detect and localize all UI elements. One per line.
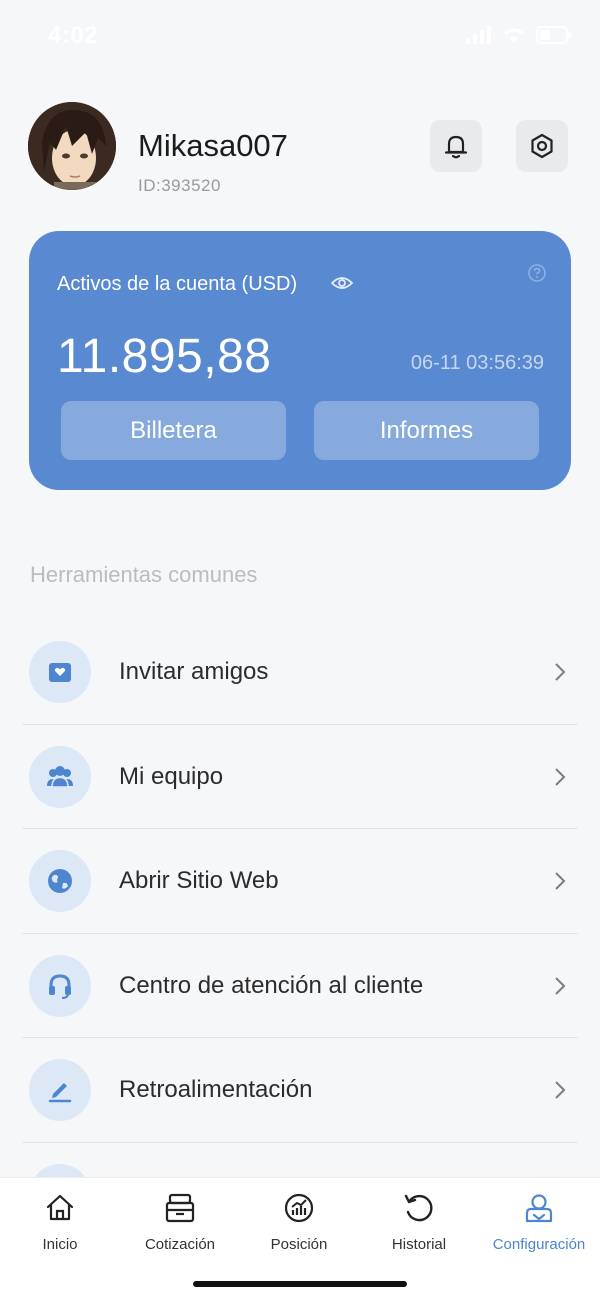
tab-home[interactable]: Inicio — [0, 1190, 120, 1253]
invite-icon — [29, 641, 91, 703]
edit-icon — [29, 1059, 91, 1121]
tools-section-title: Herramientas comunes — [30, 562, 258, 587]
notifications-button[interactable] — [430, 120, 482, 172]
settings-button[interactable] — [516, 120, 568, 172]
position-icon — [284, 1193, 314, 1223]
tab-label: Posición — [270, 1236, 328, 1253]
status-bar: 4:02 — [0, 0, 600, 70]
profile-header: Mikasa007 ID:393520 — [28, 102, 572, 202]
tab-position[interactable]: Posición — [239, 1190, 359, 1253]
chevron-right-icon — [555, 976, 566, 995]
status-icons — [466, 26, 572, 44]
reports-button[interactable]: Informes — [314, 401, 539, 460]
user-id: ID:393520 — [138, 176, 221, 195]
quote-icon — [165, 1193, 195, 1223]
home-icon — [46, 1194, 74, 1221]
assets-timestamp: 06-11 03:56:39 — [410, 352, 544, 374]
assets-value: 11.895,88 — [57, 330, 272, 383]
history-icon — [404, 1194, 433, 1222]
avatar[interactable] — [28, 102, 116, 190]
list-item-my-team[interactable]: Mi equipo — [22, 725, 578, 829]
tab-label: Historial — [391, 1236, 447, 1253]
bell-icon — [444, 135, 468, 159]
assets-label: Activos de la cuenta (USD) — [57, 273, 298, 295]
tab-settings[interactable]: Configuración — [479, 1190, 599, 1253]
help-icon[interactable] — [527, 263, 547, 283]
globe-icon — [29, 850, 91, 912]
account-assets-card: Activos de la cuenta (USD) 11.895,88 06-… — [29, 231, 571, 490]
tab-label: Configuración — [492, 1236, 586, 1253]
wifi-icon — [504, 28, 524, 43]
list-item-label: Mi equipo — [119, 762, 224, 790]
tools-list: Invitar amigos Mi equipo Abrir Sitio Web — [22, 620, 578, 1247]
tab-label: Cotización — [144, 1236, 216, 1253]
list-item-label: Invitar amigos — [119, 658, 269, 685]
chevron-right-icon — [555, 872, 566, 890]
team-icon — [29, 745, 91, 808]
list-item-open-website[interactable]: Abrir Sitio Web — [22, 829, 578, 934]
chevron-right-icon — [555, 767, 566, 786]
list-item-feedback[interactable]: Retroalimentación — [22, 1038, 578, 1143]
username: Mikasa007 — [138, 128, 288, 163]
chevron-right-icon — [555, 663, 566, 681]
list-item-label: Centro de atención al cliente — [119, 971, 424, 999]
list-item-customer-service[interactable]: Centro de atención al cliente — [22, 934, 578, 1038]
chevron-right-icon — [555, 1081, 566, 1099]
battery-icon — [536, 26, 571, 44]
status-time: 4:02 — [48, 22, 99, 49]
signal-icon — [466, 26, 491, 44]
profile-icon — [525, 1194, 553, 1223]
tab-label: Inicio — [42, 1236, 78, 1253]
home-indicator — [193, 1281, 407, 1287]
list-item-invite-friends[interactable]: Invitar amigos — [22, 620, 578, 725]
list-item-label: Abrir Sitio Web — [119, 867, 279, 894]
gear-icon — [531, 133, 553, 159]
list-item-label: Retroalimentación — [119, 1076, 313, 1103]
eye-icon[interactable] — [331, 275, 353, 291]
tab-quote[interactable]: Cotización — [120, 1190, 240, 1253]
tab-history[interactable]: Historial — [359, 1190, 479, 1253]
headset-icon — [29, 954, 91, 1017]
wallet-button[interactable]: Billetera — [61, 401, 286, 460]
